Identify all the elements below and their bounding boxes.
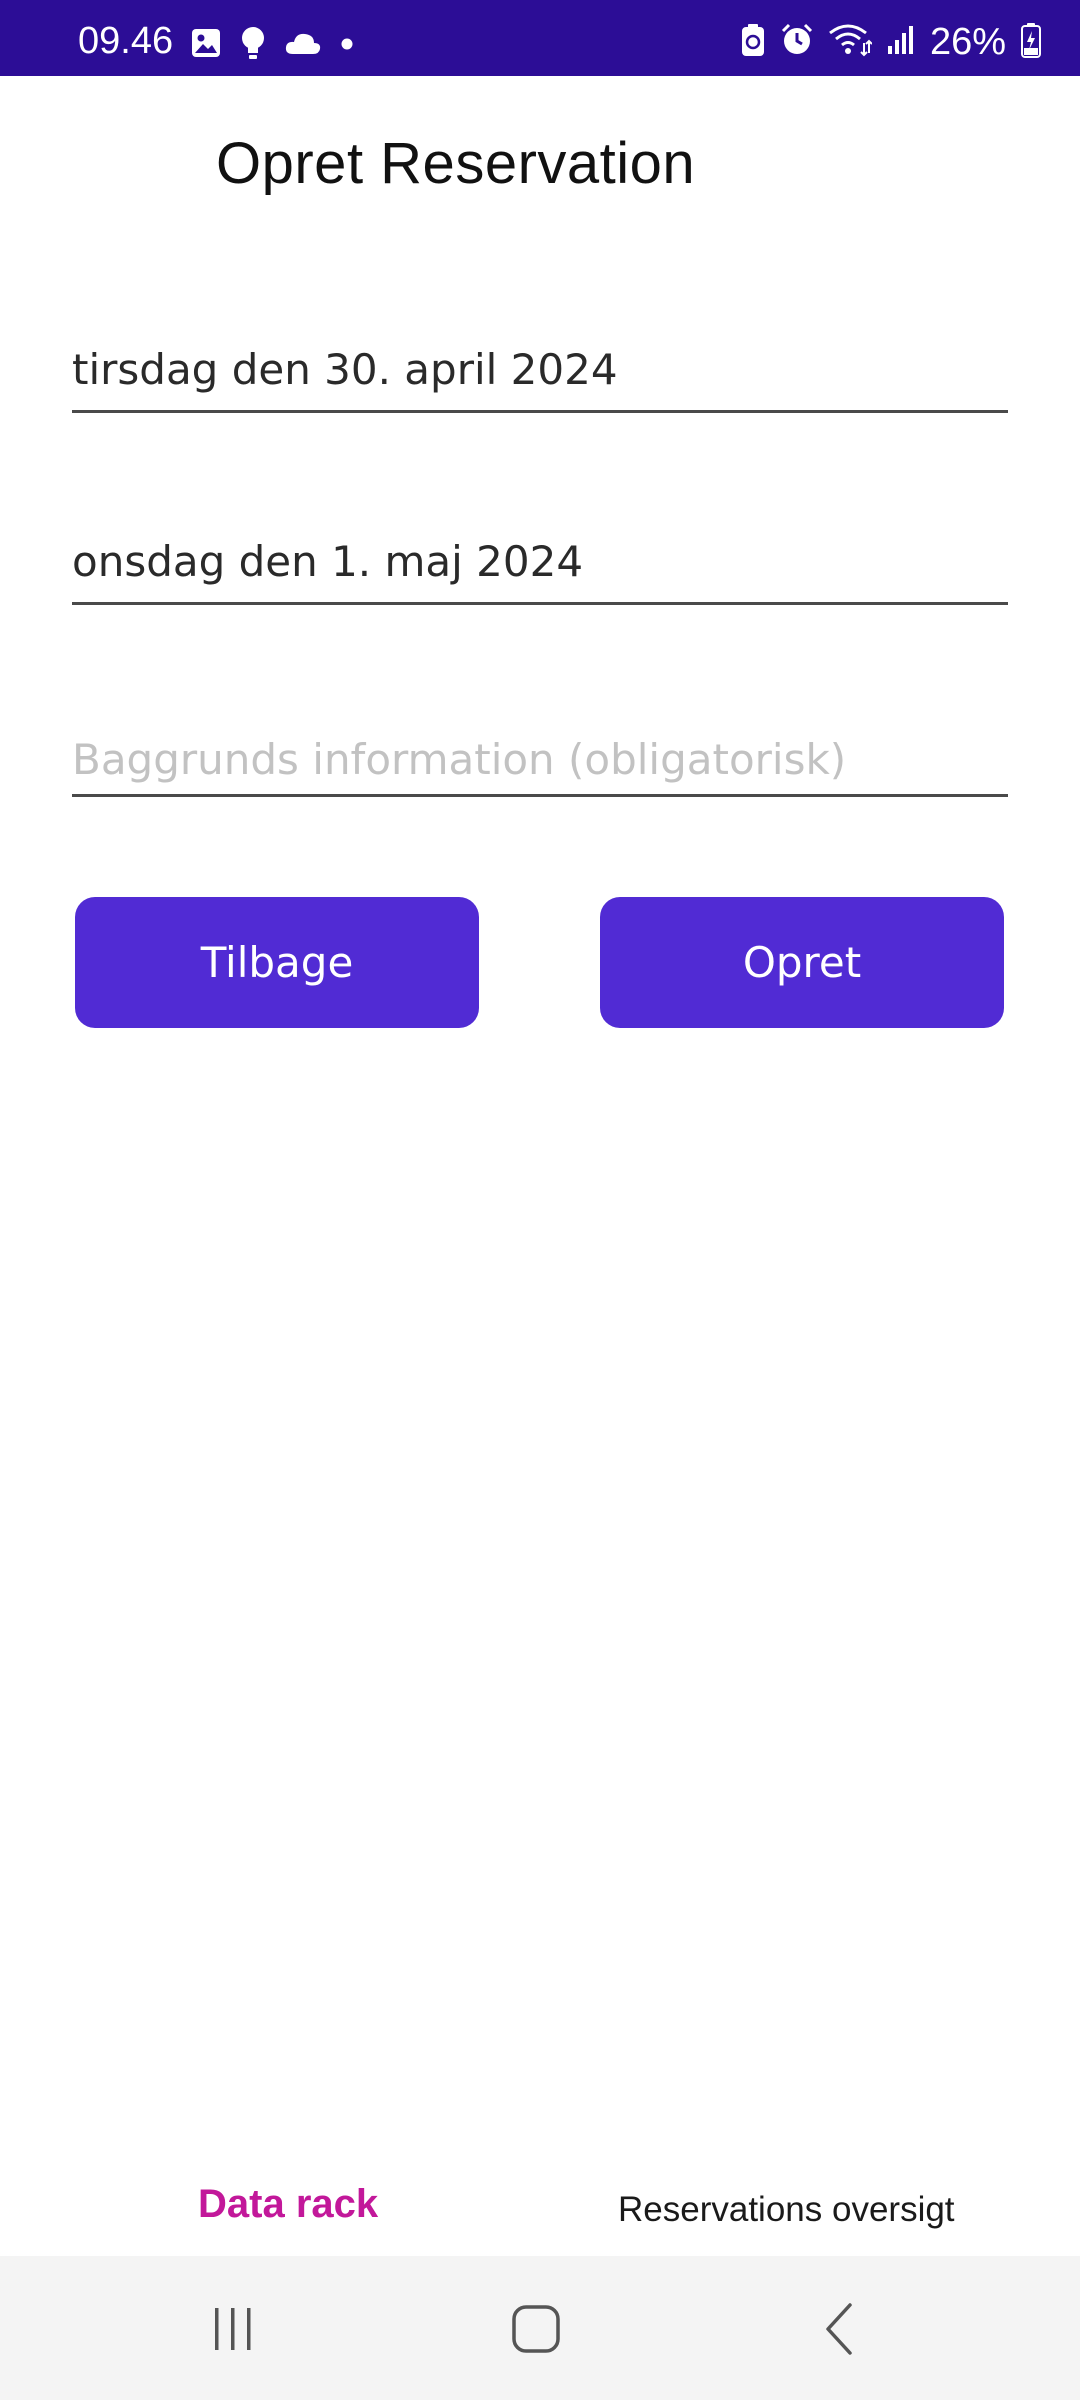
back-icon[interactable] xyxy=(795,2284,885,2374)
recycle-battery-icon xyxy=(740,23,766,61)
app-screen: 09.46 26% Opret Reservation tirsdag den … xyxy=(0,0,1080,2400)
status-icons-right: 26% xyxy=(740,22,1042,62)
create-button[interactable]: Opret xyxy=(600,897,1004,1028)
alarm-icon xyxy=(780,23,814,61)
signal-icon xyxy=(886,24,916,60)
battery-percentage: 26% xyxy=(929,21,1006,63)
page-title: Opret Reservation xyxy=(216,131,696,196)
start-date-value: tirsdag den 30. april 2024 xyxy=(72,345,618,394)
status-bar: 09.46 26% xyxy=(0,0,1080,76)
image-icon xyxy=(190,27,222,63)
status-time: 09.46 xyxy=(78,20,174,62)
dot-icon xyxy=(340,36,354,55)
home-icon[interactable] xyxy=(491,2284,581,2374)
tab-data-rack[interactable]: Data rack xyxy=(198,2182,378,2227)
bottom-tab-bar: Data rack Reservations oversigt xyxy=(0,2160,1080,2256)
background-info-field xyxy=(72,727,1008,797)
end-date-value: onsdag den 1. maj 2024 xyxy=(72,537,584,586)
back-button[interactable]: Tilbage xyxy=(75,897,479,1028)
recent-apps-icon[interactable] xyxy=(188,2284,278,2374)
background-info-input[interactable] xyxy=(72,735,1008,784)
lightbulb-icon xyxy=(240,26,266,64)
cloud-icon xyxy=(284,30,322,60)
end-date-field[interactable]: onsdag den 1. maj 2024 xyxy=(72,535,1008,605)
tab-reservations-oversigt[interactable]: Reservations oversigt xyxy=(618,2190,955,2230)
wifi-icon xyxy=(828,23,873,61)
battery-charging-icon xyxy=(1020,22,1042,62)
system-nav-bar xyxy=(0,2256,1080,2400)
status-icons-left xyxy=(190,26,354,64)
start-date-field[interactable]: tirsdag den 30. april 2024 xyxy=(72,343,1008,413)
